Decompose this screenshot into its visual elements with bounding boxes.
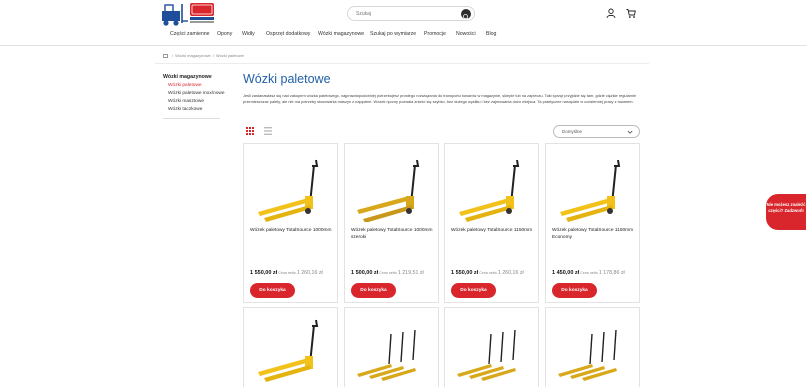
product-image-pallet-truck[interactable] [250, 152, 332, 222]
site-header [0, 0, 807, 30]
nav-item-blog[interactable]: Blog [486, 31, 496, 37]
nav-item-czesci[interactable]: Części zamienne [170, 31, 210, 37]
product-image-pallet-truck[interactable] [250, 316, 332, 386]
product-price: 1 500,00 złCena netto1 219,51 zł [351, 261, 435, 279]
sort-select-value: Domyślne [562, 129, 583, 134]
product-price-gross: 1 550,00 zł [451, 270, 479, 276]
product-price: 1 550,00 złCena netto1 260,16 zł [451, 261, 535, 279]
product-name[interactable]: Wózek paletowy TotalSource 1150mm Econom… [552, 228, 634, 241]
breadcrumb-item: Wózki paletowe [215, 53, 244, 58]
product-price: 1 450,00 złCena netto1 178,86 zł [552, 261, 636, 279]
search-input[interactable] [356, 9, 456, 19]
product-image-pallet-trucks[interactable] [552, 316, 634, 386]
product-card[interactable] [545, 307, 640, 387]
product-price-net: 1 219,51 zł [397, 270, 424, 276]
product-price-gross: 1 450,00 zł [552, 270, 580, 276]
breadcrumb-divider [155, 63, 649, 64]
product-price-gross: 1 550,00 zł [250, 270, 278, 276]
nav-item-widly[interactable]: Widły [242, 31, 255, 37]
add-to-cart-button[interactable]: Do koszyka [250, 283, 295, 298]
nav-item-osprzet[interactable]: Osprzęt dodatkowy [266, 31, 310, 37]
product-price-gross: 1 500,00 zł [351, 270, 379, 276]
nav-item-opony[interactable]: Opony [217, 31, 232, 37]
product-card[interactable] [444, 307, 539, 387]
breadcrumb-separator: / [212, 53, 214, 58]
product-card[interactable]: Wózek paletowy TotalSource 1000mm 1 550,… [243, 143, 338, 303]
home-icon[interactable] [163, 53, 168, 58]
product-price: 1 550,00 złCena netto1 260,16 zł [250, 261, 334, 279]
nav-item-nowosci[interactable]: Nowości [456, 31, 476, 37]
grid-view-icon[interactable] [246, 127, 254, 135]
breadcrumb-item[interactable]: Wózki magazynowe [175, 53, 211, 58]
sidebar-item-wozki-taczkowe[interactable]: Wózki taczkowe [168, 107, 202, 112]
product-card[interactable]: Wózek paletowy TotalSource 1150mm 1 550,… [444, 143, 539, 303]
main-nav: Części zamienne Opony Widły Osprzęt doda… [0, 31, 807, 43]
product-card[interactable] [344, 307, 439, 387]
product-card[interactable]: Wózek paletowy TotalSource 1000mm szerok… [344, 143, 439, 303]
product-image-pallet-truck[interactable] [351, 152, 433, 222]
search-icon[interactable] [461, 9, 471, 20]
product-image-pallet-truck[interactable] [451, 152, 533, 222]
product-image-pallet-truck[interactable] [552, 152, 634, 222]
product-price-net: 1 178,86 zł [598, 270, 625, 276]
product-name[interactable]: Wózek paletowy TotalSource 1150mm [451, 228, 533, 235]
page-title: Wózki paletowe [243, 72, 331, 86]
product-image-pallet-trucks[interactable] [351, 316, 433, 386]
product-price-net-label: Cena netto [479, 271, 497, 275]
product-price-net-label: Cena netto [580, 271, 598, 275]
product-image-pallet-trucks[interactable] [451, 316, 533, 386]
product-price-net: 1 260,16 zł [296, 270, 323, 276]
list-view-icon[interactable] [264, 127, 272, 135]
chevron-down-icon [627, 130, 633, 134]
cart-icon[interactable] [626, 8, 636, 19]
product-card[interactable]: Wózek paletowy TotalSource 1150mm Econom… [545, 143, 640, 303]
search-box[interactable] [347, 6, 475, 21]
nav-item-wozki[interactable]: Wózki magazynowe [318, 31, 364, 37]
site-logo[interactable] [160, 1, 216, 27]
breadcrumb-separator: / [172, 53, 174, 58]
product-price-net-label: Cena netto [278, 271, 296, 275]
sidebar-divider [163, 118, 220, 119]
breadcrumb: / Wózki magazynowe / Wózki paletowe [163, 53, 244, 60]
user-account-icon[interactable] [606, 8, 616, 19]
nav-divider [0, 45, 807, 46]
add-to-cart-button[interactable]: Do koszyka [351, 283, 396, 298]
sidebar-item-wozki-paletowe[interactable]: Wózki paletowe [168, 83, 202, 88]
nav-item-szukaj-wymiar[interactable]: Szukaj po wymiarze [370, 31, 416, 37]
sidebar-title[interactable]: Wózki magazynowe [163, 74, 212, 80]
product-name[interactable]: Wózek paletowy TotalSource 1000mm szerok… [351, 228, 433, 241]
sidebar-item-wozki-paletowe-inox[interactable]: Wózki paletowe inox/nowe [168, 91, 225, 96]
add-to-cart-button[interactable]: Do koszyka [552, 283, 597, 298]
category-description: Jeśli zastanawiasz się nad zakupem wózka… [243, 93, 637, 104]
sort-select[interactable]: Domyślne [553, 125, 640, 138]
help-call-bubble[interactable]: Nie możesz znaleźć części? Zadzwoń! [766, 194, 806, 230]
product-price-net-label: Cena netto [379, 271, 397, 275]
nav-item-promocje[interactable]: Promocje [424, 31, 446, 37]
sidebar-item-wozki-masztowe[interactable]: Wózki masztowe [168, 99, 204, 104]
product-name[interactable]: Wózek paletowy TotalSource 1000mm [250, 228, 332, 235]
product-price-net: 1 260,16 zł [497, 270, 524, 276]
product-card[interactable] [243, 307, 338, 387]
add-to-cart-button[interactable]: Do koszyka [451, 283, 496, 298]
